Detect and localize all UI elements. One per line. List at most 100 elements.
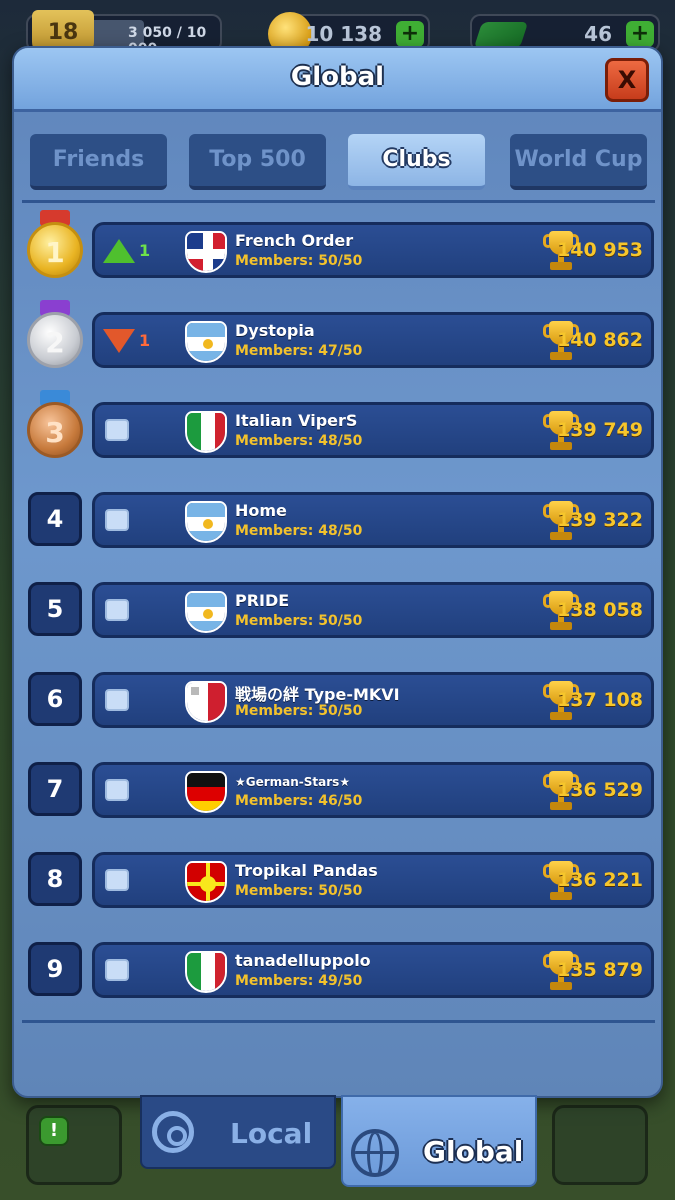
club-name: Tropikal Pandas (235, 861, 378, 880)
rank-number: 9 (28, 942, 82, 996)
club-score: 136 221 (557, 869, 643, 891)
club-name: Italian ViperS (235, 411, 358, 430)
leaderboard-row[interactable]: 6 戦場の絆 Type-MKVI Members: 50/50 137 108 (26, 670, 654, 730)
leaderboard-row[interactable]: 3 Italian ViperS Members: 48/50 139 749 (26, 390, 654, 460)
malta-flag-shield (185, 681, 227, 723)
macedonia-flag-shield (185, 861, 227, 903)
gold-medal-icon: 1 (26, 210, 84, 282)
rank-number: 5 (28, 582, 82, 636)
dominican-flag-shield (185, 231, 227, 273)
argentina-flag-shield (185, 501, 227, 543)
club-members: Members: 50/50 (235, 703, 363, 719)
coins-shop-button[interactable]: ! (26, 1105, 122, 1185)
add-coins-button[interactable]: + (396, 21, 424, 47)
rank-number: 2 (27, 312, 83, 368)
club-score: 139 749 (557, 419, 643, 441)
club-members: Members: 47/50 (235, 343, 363, 359)
rank-unchanged-icon (105, 779, 129, 801)
modal-title: Global (290, 62, 385, 92)
club-entry[interactable]: 戦場の絆 Type-MKVI Members: 50/50 137 108 (92, 672, 654, 728)
rank-up-icon (103, 239, 135, 263)
leaderboard-row[interactable]: 7 ★German-Stars★ Members: 46/50 136 529 (26, 760, 654, 820)
club-members: Members: 48/50 (235, 523, 363, 539)
cash-icon (473, 22, 529, 48)
argentina-flag-shield (185, 321, 227, 363)
leaderboard-row[interactable]: 4 Home Members: 48/50 139 322 (26, 490, 654, 550)
tab-clubs[interactable]: Clubs (348, 134, 485, 190)
club-entry[interactable]: 1 French Order Members: 50/50 140 953 (92, 222, 654, 278)
club-score: 138 058 (557, 599, 643, 621)
list-divider-bottom (22, 1020, 655, 1023)
rank-unchanged-icon (105, 599, 129, 621)
target-icon (152, 1111, 194, 1153)
rank-number: 1 (27, 222, 83, 278)
germany-flag-shield (185, 771, 227, 813)
club-score: 140 953 (557, 239, 643, 261)
club-entry[interactable]: Italian ViperS Members: 48/50 139 749 (92, 402, 654, 458)
rank-number: 4 (28, 492, 82, 546)
club-score: 139 322 (557, 509, 643, 531)
rank-change: 1 (103, 329, 153, 353)
globe-icon (351, 1129, 399, 1177)
club-name: Home (235, 501, 287, 520)
notification-badge: ! (39, 1116, 69, 1146)
club-members: Members: 48/50 (235, 433, 363, 449)
gems-value: 46 (584, 22, 612, 46)
tab-bar: Friends Top 500 Clubs World Cup (30, 134, 650, 190)
club-entry[interactable]: tanadelluppolo Members: 49/50 135 879 (92, 942, 654, 998)
rank-down-icon (103, 329, 135, 353)
tab-top-500[interactable]: Top 500 (189, 134, 326, 190)
global-tab-button[interactable]: Global (341, 1095, 537, 1187)
leaderboard-modal: Global X Friends Top 500 Clubs World Cup… (12, 46, 663, 1098)
club-name: French Order (235, 231, 354, 250)
rank-change: 1 (103, 239, 153, 263)
leaderboard-row[interactable]: 5 PRIDE Members: 50/50 138 058 (26, 580, 654, 640)
club-entry[interactable]: Home Members: 48/50 139 322 (92, 492, 654, 548)
add-gems-button[interactable]: + (626, 21, 654, 47)
club-entry[interactable]: PRIDE Members: 50/50 138 058 (92, 582, 654, 638)
club-entry[interactable]: 1 Dystopia Members: 47/50 140 862 (92, 312, 654, 368)
rank-number: 6 (28, 672, 82, 726)
leaderboard-row[interactable]: 1 1 French Order Members: 50/50 140 953 (26, 210, 654, 280)
club-name: 戦場の絆 Type-MKVI (235, 685, 400, 704)
club-entry[interactable]: Tropikal Pandas Members: 50/50 136 221 (92, 852, 654, 908)
close-button[interactable]: X (605, 58, 649, 102)
italy-flag-shield (185, 951, 227, 993)
club-entry[interactable]: ★German-Stars★ Members: 46/50 136 529 (92, 762, 654, 818)
rank-unchanged-icon (105, 509, 129, 531)
modal-header: Global X (14, 48, 661, 112)
football-badge-button[interactable] (552, 1105, 648, 1185)
club-score: 136 529 (557, 779, 643, 801)
tab-world-cup[interactable]: World Cup (510, 134, 647, 190)
club-members: Members: 50/50 (235, 253, 363, 269)
leaderboard-row[interactable]: 2 1 Dystopia Members: 47/50 140 862 (26, 300, 654, 370)
rank-number: 7 (28, 762, 82, 816)
tab-friends[interactable]: Friends (30, 134, 167, 190)
leaderboard-row[interactable]: 9 tanadelluppolo Members: 49/50 135 879 (26, 940, 654, 1000)
club-name: PRIDE (235, 591, 290, 610)
rank-unchanged-icon (105, 419, 129, 441)
argentina-flag-shield (185, 591, 227, 633)
coins-value: 10 138 (305, 22, 382, 46)
club-score: 140 862 (557, 329, 643, 351)
rank-change-value: 1 (139, 331, 151, 350)
club-name: ★German-Stars★ (235, 775, 351, 789)
leaderboard-row[interactable]: 8 Tropikal Pandas Members: 50/50 136 221 (26, 850, 654, 910)
rank-unchanged-icon (105, 869, 129, 891)
club-members: Members: 50/50 (235, 613, 363, 629)
bronze-medal-icon: 3 (26, 390, 84, 462)
global-tab-label: Global (423, 1135, 524, 1168)
rank-unchanged-icon (105, 959, 129, 981)
club-members: Members: 50/50 (235, 883, 363, 899)
club-name: Dystopia (235, 321, 315, 340)
rank-unchanged-icon (105, 689, 129, 711)
bottom-nav: ! Local Global (0, 1095, 675, 1200)
local-tab-button[interactable]: Local (140, 1095, 336, 1169)
list-divider-top (22, 200, 655, 203)
club-members: Members: 46/50 (235, 793, 363, 809)
rank-number: 3 (27, 402, 83, 458)
club-name: tanadelluppolo (235, 951, 371, 970)
club-members: Members: 49/50 (235, 973, 363, 989)
rank-change-value: 1 (139, 241, 151, 260)
local-tab-label: Local (230, 1117, 313, 1150)
